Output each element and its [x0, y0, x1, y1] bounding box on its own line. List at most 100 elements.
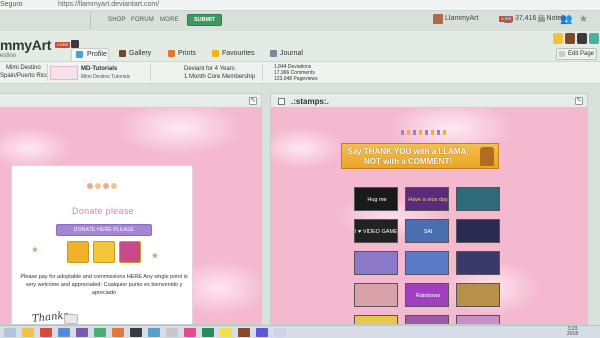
- nav-forum-link[interactable]: FORUM: [131, 17, 154, 23]
- app-icon-teal[interactable]: [202, 328, 214, 337]
- tab-favourites[interactable]: Favourites: [212, 48, 264, 61]
- llama-banner[interactable]: Say THANK YOU with a LLAMA, NOT with a C…: [341, 143, 499, 169]
- tab-gallery-label: Gallery: [129, 50, 152, 57]
- donate-button[interactable]: DONATE HERE PLEASE: [56, 224, 152, 236]
- watch-icon[interactable]: 👥: [560, 14, 572, 25]
- app-icon-red[interactable]: [40, 328, 52, 337]
- stamps-edit-icon[interactable]: ✎: [575, 97, 583, 105]
- stamp-item[interactable]: [405, 251, 449, 275]
- group-name[interactable]: MD-Tutorials: [81, 66, 117, 72]
- stamp-item[interactable]: Have a nice day: [405, 187, 449, 211]
- drag-handle-icon[interactable]: [278, 98, 285, 105]
- app-icon-green[interactable]: [94, 328, 106, 337]
- address-field[interactable]: https://llammyart.deviantart.com/: [58, 1, 159, 8]
- stat-pageviews: 123,048 Pageviews: [274, 76, 318, 82]
- app-icon-blue[interactable]: [148, 328, 160, 337]
- app-icon-light[interactable]: [274, 328, 286, 337]
- profile-deco-icons: [553, 33, 600, 46]
- info-divider: [47, 64, 48, 81]
- app-icon-grey[interactable]: [166, 328, 178, 337]
- favourites-star-icon: [212, 50, 219, 57]
- stamp-item[interactable]: I ♥ VIDEO GAMES: [354, 219, 398, 243]
- stamps-widget: .:stamps:. ✎ Say THANK YOU with a LLAMA,…: [270, 93, 588, 325]
- nav-more-link[interactable]: MORE: [160, 17, 179, 23]
- taskbar-icon-1[interactable]: [4, 328, 16, 337]
- app-icon-brown[interactable]: [238, 328, 250, 337]
- points-tiles: [67, 241, 147, 265]
- tab-prints-label: Prints: [178, 50, 196, 57]
- notes-icon[interactable]: [504, 16, 512, 23]
- gallery-icon: [119, 50, 126, 57]
- tab-gallery[interactable]: Gallery: [119, 48, 159, 61]
- nav-divider: [90, 12, 91, 29]
- mail-icon[interactable]: [538, 17, 545, 22]
- info-divider-2: [150, 64, 151, 81]
- donate-widget: ✎ Donate please DONATE HERE PLEASE ❀ ❀ P…: [0, 93, 262, 325]
- right-ribbon-icon: ❀: [152, 253, 158, 260]
- browser-url-bar[interactable]: Seguro https://llammyart.deviantart.com/: [0, 0, 600, 11]
- stamp-item[interactable]: [456, 315, 500, 324]
- info-divider-3: [262, 64, 263, 81]
- stamp-label: Rainbows: [415, 293, 441, 299]
- chrome-icon[interactable]: [58, 328, 70, 337]
- stamp-item[interactable]: [354, 283, 398, 307]
- stamp-label: I ♥ VIDEO GAMES: [355, 229, 398, 235]
- app-icon-indigo[interactable]: [256, 328, 268, 337]
- user-avatar: [433, 14, 443, 24]
- taskbar-clock[interactable]: 3:23 2018: [567, 327, 578, 337]
- stamp-label: SAI: [423, 229, 433, 235]
- app-icon-orange[interactable]: [112, 328, 124, 337]
- stamp-item[interactable]: [354, 251, 398, 275]
- app-icon-dark[interactable]: [130, 328, 142, 337]
- submit-button[interactable]: SUBMIT: [187, 14, 222, 26]
- deviant-duration: Deviant for 4 Years: [184, 66, 235, 72]
- star-icon[interactable]: ★: [579, 14, 588, 25]
- badge-icon: [553, 33, 563, 44]
- thanks-decoration: [64, 314, 78, 324]
- stamp-item[interactable]: [456, 219, 500, 243]
- profile-name: mmyArt: [0, 37, 52, 53]
- info-name: Mimi Destino: [6, 65, 41, 71]
- points-tile-2[interactable]: [93, 241, 115, 263]
- stamp-item[interactable]: [456, 283, 500, 307]
- tab-profile[interactable]: Profile: [71, 48, 109, 61]
- nav-shop-link[interactable]: SHOP: [108, 17, 126, 23]
- core-membership: 1 Month Core Membership: [184, 74, 256, 80]
- llama-figure-icon: [480, 147, 494, 166]
- app-icon-purple[interactable]: [76, 328, 88, 337]
- points-tile-3[interactable]: [119, 241, 141, 263]
- tab-journal[interactable]: Journal: [270, 48, 310, 61]
- stamp-item[interactable]: I ♥ music: [354, 315, 398, 324]
- llama-icon: [565, 33, 575, 44]
- stamps-title: .:stamps:.: [291, 97, 329, 106]
- folder-icon[interactable]: [22, 328, 34, 337]
- banner-line-2: NOT with a COMMENT!: [364, 157, 452, 166]
- widget-edit-icon[interactable]: ✎: [249, 97, 257, 105]
- stamp-item[interactable]: Rainbows: [405, 283, 449, 307]
- stamps-widget-header: .:stamps:. ✎: [271, 94, 587, 108]
- tab-profile-label: Profile: [87, 51, 107, 58]
- widget-header: ✎: [0, 94, 261, 108]
- points-tile-1[interactable]: [67, 241, 89, 263]
- stamp-item[interactable]: [405, 315, 449, 324]
- stamp-item[interactable]: [456, 187, 500, 211]
- edit-page-button[interactable]: Edit Page: [556, 48, 597, 60]
- app-icon-yellow[interactable]: [220, 328, 232, 337]
- tab-prints[interactable]: Prints: [168, 48, 204, 61]
- stamp-item[interactable]: SAI: [405, 219, 449, 243]
- stamp-label: Have a nice day: [408, 197, 448, 203]
- stamp-item[interactable]: Hug me: [354, 187, 398, 211]
- stamp-item[interactable]: [456, 251, 500, 275]
- points-icon: [589, 33, 599, 44]
- profile-avatar[interactable]: [71, 40, 79, 48]
- widget-pink-background: Donate please DONATE HERE PLEASE ❀ ❀ Ple…: [0, 108, 261, 324]
- os-taskbar: 3:23 2018: [0, 325, 600, 338]
- left-ribbon-icon: ❀: [32, 247, 38, 254]
- journal-icon: [270, 50, 277, 57]
- profile-location: estino: [0, 53, 17, 59]
- app-icon-pink[interactable]: [184, 328, 196, 337]
- prints-icon: [168, 50, 175, 57]
- group-banner-thumbnail[interactable]: [50, 66, 78, 80]
- tab-favourites-label: Favourites: [222, 50, 255, 57]
- pixel-dots-decoration: [401, 130, 451, 136]
